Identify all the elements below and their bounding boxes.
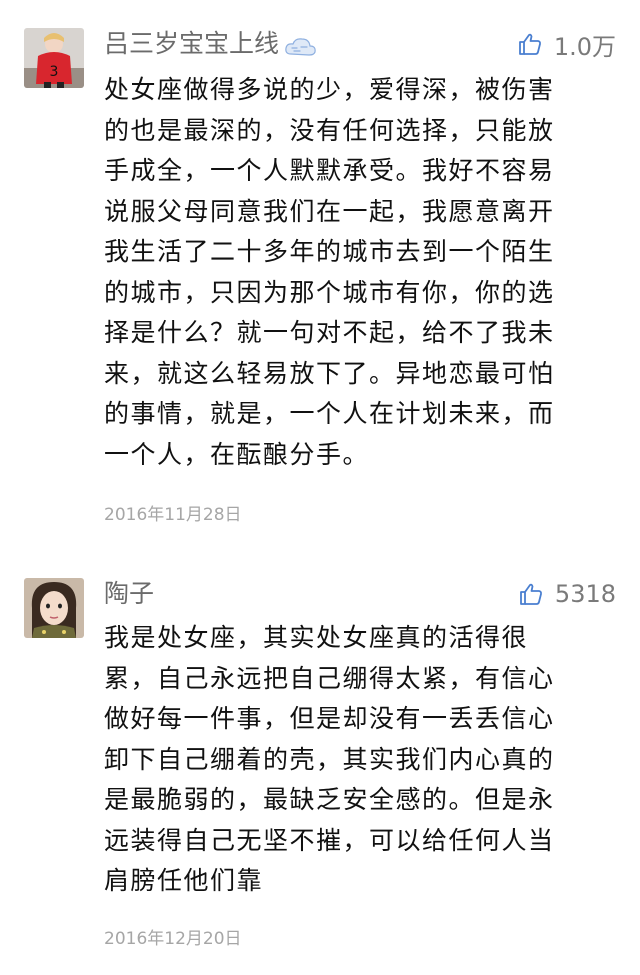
comment-line: 说服父母同意我们在一起，我愿意离开: [104, 196, 555, 226]
comment-line: 远装得自己无坚不摧，可以给任何人当: [104, 825, 555, 855]
avatar[interactable]: 3: [24, 28, 84, 88]
comment-item: 陶子 5318 我是处女座，其实处女座真的活得很 累，自己永远把自己绷得太紧，有…: [0, 548, 640, 975]
comment-line: 做好每一件事，但是却没有一丢丢信心: [104, 704, 555, 733]
comment-line: 卸下自己绷着的壳，其实我们内心真的: [104, 744, 555, 774]
thumbs-up-icon: [518, 32, 542, 56]
comment-date: 2016年12月20日: [104, 929, 242, 949]
comment-text: 处女座做得多说的少，爱得深，被伤害 的也是最深的，没有任何选择，只能放 手成全，…: [104, 70, 604, 475]
like-count: 1.0万: [553, 32, 616, 61]
comment-line: 累，自己永远把自己绷得太紧，有信心: [104, 663, 555, 693]
avatar[interactable]: [24, 578, 84, 638]
username[interactable]: 吕三岁宝宝上线: [104, 24, 317, 64]
username-text[interactable]: 陶子: [104, 574, 154, 614]
comment-line: 的也是最深的，没有任何选择，只能放: [104, 115, 555, 145]
comment-line: 是最脆弱的，最缺乏安全感的。但是永: [104, 785, 555, 814]
like-count: 5318: [554, 580, 616, 608]
comment-date: 2016年11月28日: [104, 505, 242, 525]
username-text[interactable]: 吕三岁宝宝上线: [104, 24, 279, 64]
comment-line: 处女座做得多说的少，爱得深，被伤害: [104, 75, 555, 104]
avatar-image: 3: [24, 28, 84, 88]
cloud-badge-icon: [283, 32, 317, 56]
svg-text:3: 3: [50, 64, 59, 80]
comment-line: 的事情，就是，一个人在计划未来，而: [104, 399, 555, 428]
comment-line: 我是处女座，其实处女座真的活得很: [104, 623, 529, 652]
comment-line: 来，就这么轻易放下了。异地恋最可怕: [104, 358, 555, 388]
like-button[interactable]: 5318: [519, 574, 616, 614]
comment-text: 我是处女座，其实处女座真的活得很 累，自己永远把自己绷得太紧，有信心 做好每一件…: [104, 618, 604, 902]
like-button[interactable]: 1.0万: [518, 24, 616, 64]
username[interactable]: 陶子: [104, 574, 154, 614]
comment-line: 的城市，只因为那个城市有你，你的选: [104, 277, 555, 307]
comment-item: 3 吕三岁宝宝上线 1.0万 处女座做得多说的少，爱得深，被伤害 的也是最深的，…: [0, 0, 640, 548]
comment-line: 择是什么？就一句对不起，给不了我未: [104, 318, 555, 347]
comment-line: 肩膀任他们靠: [104, 866, 264, 895]
comment-line: 一个人，在酝酿分手。: [104, 439, 370, 469]
comment-line: 我生活了二十多年的城市去到一个陌生: [104, 237, 555, 266]
comment-line: 手成全，一个人默默承受。我好不容易: [104, 156, 555, 185]
thumbs-up-icon: [519, 582, 543, 606]
avatar-image: [24, 578, 84, 638]
